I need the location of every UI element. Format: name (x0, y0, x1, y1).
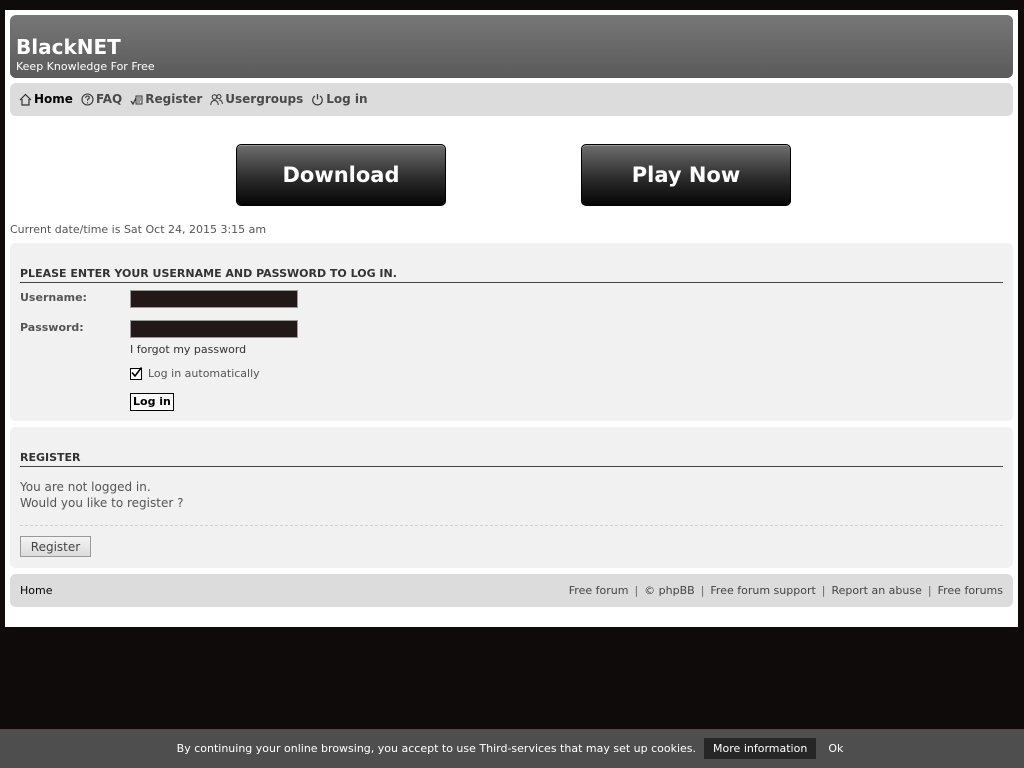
site-header: BlackNET Keep Knowledge For Free (10, 15, 1013, 78)
nav-item-faq[interactable]: FAQ (81, 92, 122, 106)
register-panel: REGISTER You are not logged in. Would yo… (10, 427, 1013, 568)
login-heading: PLEASE ENTER YOUR USERNAME AND PASSWORD … (20, 267, 1003, 283)
nav-item-usergroups[interactable]: Usergroups (210, 92, 303, 106)
register-heading: REGISTER (20, 451, 1003, 467)
autologin-label: Log in automatically (148, 367, 260, 380)
forgot-password-link[interactable]: I forgot my password (130, 343, 246, 356)
divider (20, 525, 1003, 526)
footer-link-free-forums[interactable]: Free forums (938, 584, 1003, 597)
username-input[interactable] (130, 290, 298, 308)
not-logged-in-text: You are not logged in. (20, 480, 151, 494)
nav-item-home[interactable]: Home (19, 92, 73, 106)
nav-label-register: Register (145, 92, 203, 106)
footer-link-free-forum[interactable]: Free forum (569, 584, 629, 597)
username-label: Username: (20, 291, 87, 304)
checkmark-icon (131, 366, 143, 377)
site-description: Keep Knowledge For Free (16, 60, 155, 73)
register-prompt-text: Would you like to register ? (20, 496, 184, 510)
register-icon (130, 95, 143, 105)
footer-separator: | (634, 584, 639, 597)
power-icon (312, 93, 324, 105)
nav-label-login: Log in (326, 92, 368, 106)
register-button[interactable]: Register (20, 536, 91, 557)
navbar: Home FAQ Register Usergroups Log in (10, 83, 1013, 116)
nav-label-home: Home (34, 92, 73, 106)
password-label: Password: (20, 321, 84, 334)
current-datetime: Current date/time is Sat Oct 24, 2015 3:… (10, 223, 267, 236)
cookie-ok-button[interactable]: Ok (824, 742, 847, 755)
cookie-banner: By continuing your online browsing, you … (0, 729, 1024, 768)
autologin-row: Log in automatically (130, 366, 260, 380)
nav-item-login[interactable]: Log in (311, 92, 368, 106)
play-now-button[interactable]: Play Now (581, 144, 791, 206)
footer-separator: | (927, 584, 932, 597)
password-input[interactable] (130, 320, 298, 338)
footer-home-link[interactable]: Home (20, 584, 52, 597)
footer-link-support[interactable]: Free forum support (710, 584, 815, 597)
footer: Home Free forum | © phpBB | Free forum s… (10, 574, 1013, 607)
question-icon (81, 92, 94, 106)
nav-label-faq: FAQ (95, 92, 123, 106)
usergroups-icon (210, 93, 224, 105)
site-title[interactable]: BlackNET (16, 35, 121, 59)
login-panel: PLEASE ENTER YOUR USERNAME AND PASSWORD … (10, 243, 1013, 421)
autologin-checkbox[interactable] (130, 366, 143, 380)
login-submit-button[interactable]: Log in (130, 393, 174, 411)
footer-separator: | (700, 584, 705, 597)
more-information-button[interactable]: More information (704, 738, 817, 759)
footer-links: Free forum | © phpBB | Free forum suppor… (569, 584, 1003, 597)
cookie-text: By continuing your online browsing, you … (176, 742, 697, 755)
page-container: BlackNET Keep Knowledge For Free Home FA… (5, 10, 1018, 627)
home-icon (19, 93, 32, 106)
footer-separator: | (821, 584, 826, 597)
nav-item-register[interactable]: Register (130, 92, 202, 106)
nav-label-usergroups: Usergroups (225, 92, 304, 106)
footer-link-report-abuse[interactable]: Report an abuse (832, 584, 922, 597)
footer-link-phpbb[interactable]: © phpBB (644, 584, 695, 597)
download-button[interactable]: Download (236, 144, 446, 206)
